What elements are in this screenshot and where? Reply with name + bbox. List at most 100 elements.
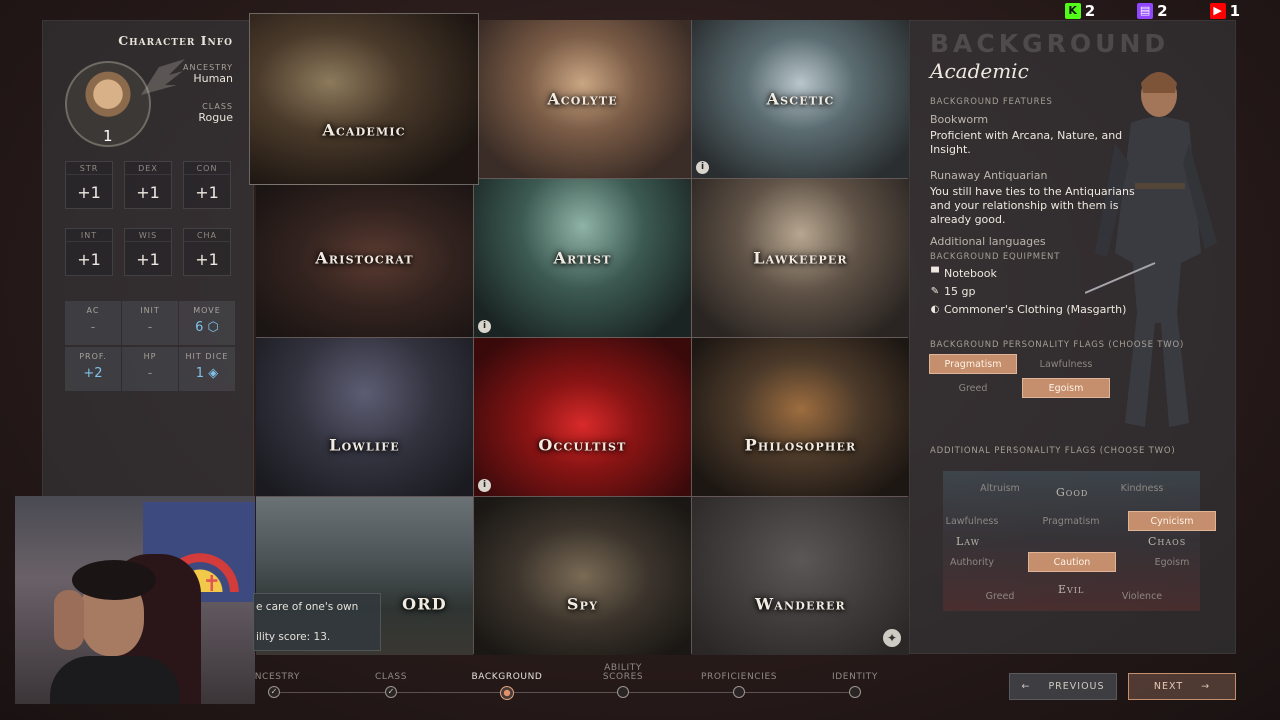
flag-pragmatism[interactable]: Pragmatism xyxy=(929,354,1017,374)
class-block: CLASS Rogue xyxy=(198,102,233,124)
twitch-icon: ▤ xyxy=(1137,3,1154,19)
ability-grid-bottom: INT +1 WIS +1 CHA +1 xyxy=(65,228,233,276)
next-button[interactable]: NEXT → xyxy=(1128,673,1236,700)
background-tile-academic-selected[interactable]: Academic xyxy=(249,13,479,185)
background-tile-lowlife[interactable]: Lowlife xyxy=(256,338,473,496)
background-tile-aristocrat[interactable]: Aristocrat xyxy=(256,179,473,337)
features-label: BACKGROUND FEATURES xyxy=(930,97,1053,107)
additional-languages[interactable]: Additional languages xyxy=(930,235,1140,248)
step-dot-icon xyxy=(617,686,629,698)
background-tile-occultist[interactable]: Occultist i xyxy=(474,338,691,496)
step-background[interactable]: BACKGROUND xyxy=(457,660,557,700)
background-tile-wanderer[interactable]: Wanderer ✦ xyxy=(692,497,909,655)
background-tile-lawkeeper[interactable]: Lawkeeper xyxy=(692,179,909,337)
step-dot-icon xyxy=(849,686,861,698)
axis-good: Good xyxy=(1056,486,1089,499)
bag-icon: ▀ xyxy=(931,268,939,279)
creation-steps: ANCESTRY ✓ CLASS ✓ BACKGROUND ABILITY SC… xyxy=(248,660,908,715)
info-icon[interactable]: i xyxy=(478,479,491,492)
wing-emblem-icon xyxy=(141,59,185,95)
background-tile-ascetic[interactable]: Ascetic i xyxy=(692,20,909,178)
feature-bookworm-desc: Proficient with Arcana, Nature, and Insi… xyxy=(930,129,1123,156)
kick-counter: K 2 xyxy=(1064,2,1095,20)
derived-hit-dice: HIT DICE 1 ◈ xyxy=(179,347,235,391)
stat-str: STR +1 xyxy=(65,161,113,209)
derived-move: MOVE 6 ⬡ xyxy=(179,301,235,345)
background-tile-artist[interactable]: Artist i xyxy=(474,179,691,337)
background-tile-acolyte[interactable]: Acolyte xyxy=(474,20,691,178)
equipment-notebook: ▀ Notebook xyxy=(931,267,997,280)
ancestry-value: Human xyxy=(193,72,233,85)
background-tile-philosopher[interactable]: Philosopher xyxy=(692,338,909,496)
equipment-label: BACKGROUND EQUIPMENT xyxy=(930,252,1061,262)
stat-int: INT +1 xyxy=(65,228,113,276)
info-icon[interactable]: i xyxy=(478,320,491,333)
arrow-right-icon: → xyxy=(1201,681,1211,692)
step-identity[interactable]: IDENTITY xyxy=(805,660,905,698)
flag-greed[interactable]: Greed xyxy=(929,378,1017,398)
streamer xyxy=(50,556,180,704)
ancestry-label: ANCESTRY xyxy=(183,63,233,72)
step-proficiencies[interactable]: PROFICIENCIES xyxy=(689,660,789,698)
flag-authority[interactable]: Authority xyxy=(928,552,1016,572)
die-icon: ◈ xyxy=(208,366,219,381)
axis-law: Law xyxy=(956,535,980,548)
additional-flags-label: ADDITIONAL PERSONALITY FLAGS (CHOOSE TWO… xyxy=(930,446,1176,456)
cross-icon: ✝ xyxy=(202,572,221,597)
youtube-counter: ▶ 1 xyxy=(1209,2,1240,20)
twitch-counter: ▤ 2 xyxy=(1137,2,1168,20)
cube-icon: ⬡ xyxy=(207,320,219,335)
stat-wis: WIS +1 xyxy=(124,228,172,276)
flag-altruism[interactable]: Altruism xyxy=(956,478,1044,498)
derived-ac: AC - xyxy=(65,301,121,345)
flag-caution[interactable]: Caution xyxy=(1028,552,1116,572)
axis-chaos: Chaos xyxy=(1148,535,1187,548)
feature-bookworm-title: Bookworm xyxy=(930,113,989,126)
detail-background-name: Academic xyxy=(930,59,1029,83)
stat-dex: DEX +1 xyxy=(124,161,172,209)
previous-button[interactable]: ← PREVIOUS xyxy=(1009,673,1117,700)
derived-proficiency: PROF. +2 xyxy=(65,347,121,391)
flag-cynicism[interactable]: Cynicism xyxy=(1128,511,1216,531)
kick-icon: K xyxy=(1064,3,1081,19)
flag-pragmatism-2[interactable]: Pragmatism xyxy=(1027,511,1115,531)
flag-lawfulness-2[interactable]: Lawfulness xyxy=(928,511,1016,531)
flag-egoism[interactable]: Egoism xyxy=(1022,378,1110,398)
info-icon[interactable]: i xyxy=(696,161,709,174)
flag-kindness[interactable]: Kindness xyxy=(1098,478,1186,498)
feature-antiquarian-title: Runaway Antiquarian xyxy=(930,169,1048,182)
derived-init: INIT - xyxy=(122,301,178,345)
equipment-clothing: ◐ Commoner's Clothing (Masgarth) xyxy=(930,303,1127,316)
step-dot-icon xyxy=(733,686,745,698)
background-tooltip: e care of one's own ility score: 13. xyxy=(253,593,381,651)
viewer-counters: K 2 ▤ 2 ▶ 1 xyxy=(1064,2,1240,20)
shield-icon: ◐ xyxy=(930,304,940,315)
character-info-title: Character Info xyxy=(118,33,233,48)
axis-evil: Evil xyxy=(1058,583,1085,596)
flag-violence[interactable]: Violence xyxy=(1098,586,1186,606)
step-class[interactable]: CLASS ✓ xyxy=(341,660,441,698)
background-detail-panel: BACKGROUND Academic BACKGROUND FEATURES … xyxy=(909,20,1236,654)
stat-cha: CHA +1 xyxy=(183,228,231,276)
dlc-icon: ✦ xyxy=(883,629,901,647)
flag-lawfulness[interactable]: Lawfulness xyxy=(1022,354,1110,374)
ancestry-block: ANCESTRY Human xyxy=(183,63,233,85)
check-icon: ✓ xyxy=(268,686,280,698)
feature-antiquarian-desc: You still have ties to the Antiquarians … xyxy=(930,185,1135,226)
class-label: CLASS xyxy=(202,102,233,111)
arrow-left-icon: ← xyxy=(1021,681,1031,692)
current-step-icon xyxy=(500,686,514,700)
youtube-icon: ▶ xyxy=(1209,3,1226,19)
equipment-gold: ✎ 15 gp xyxy=(930,285,976,298)
background-flags-label: BACKGROUND PERSONALITY FLAGS (CHOOSE TWO… xyxy=(930,340,1185,350)
check-icon: ✓ xyxy=(385,686,397,698)
flag-greed-2[interactable]: Greed xyxy=(956,586,1044,606)
class-value: Rogue xyxy=(198,111,233,124)
background-tile-spy[interactable]: Spy xyxy=(474,497,691,655)
pin-icon: ✎ xyxy=(930,286,940,297)
ability-grid-top: STR +1 DEX +1 CON +1 xyxy=(65,161,233,209)
character-level: 1 xyxy=(103,127,113,145)
step-ability-scores[interactable]: ABILITY SCORES xyxy=(573,660,673,698)
flag-egoism-2[interactable]: Egoism xyxy=(1128,552,1216,572)
stat-con: CON +1 xyxy=(183,161,231,209)
